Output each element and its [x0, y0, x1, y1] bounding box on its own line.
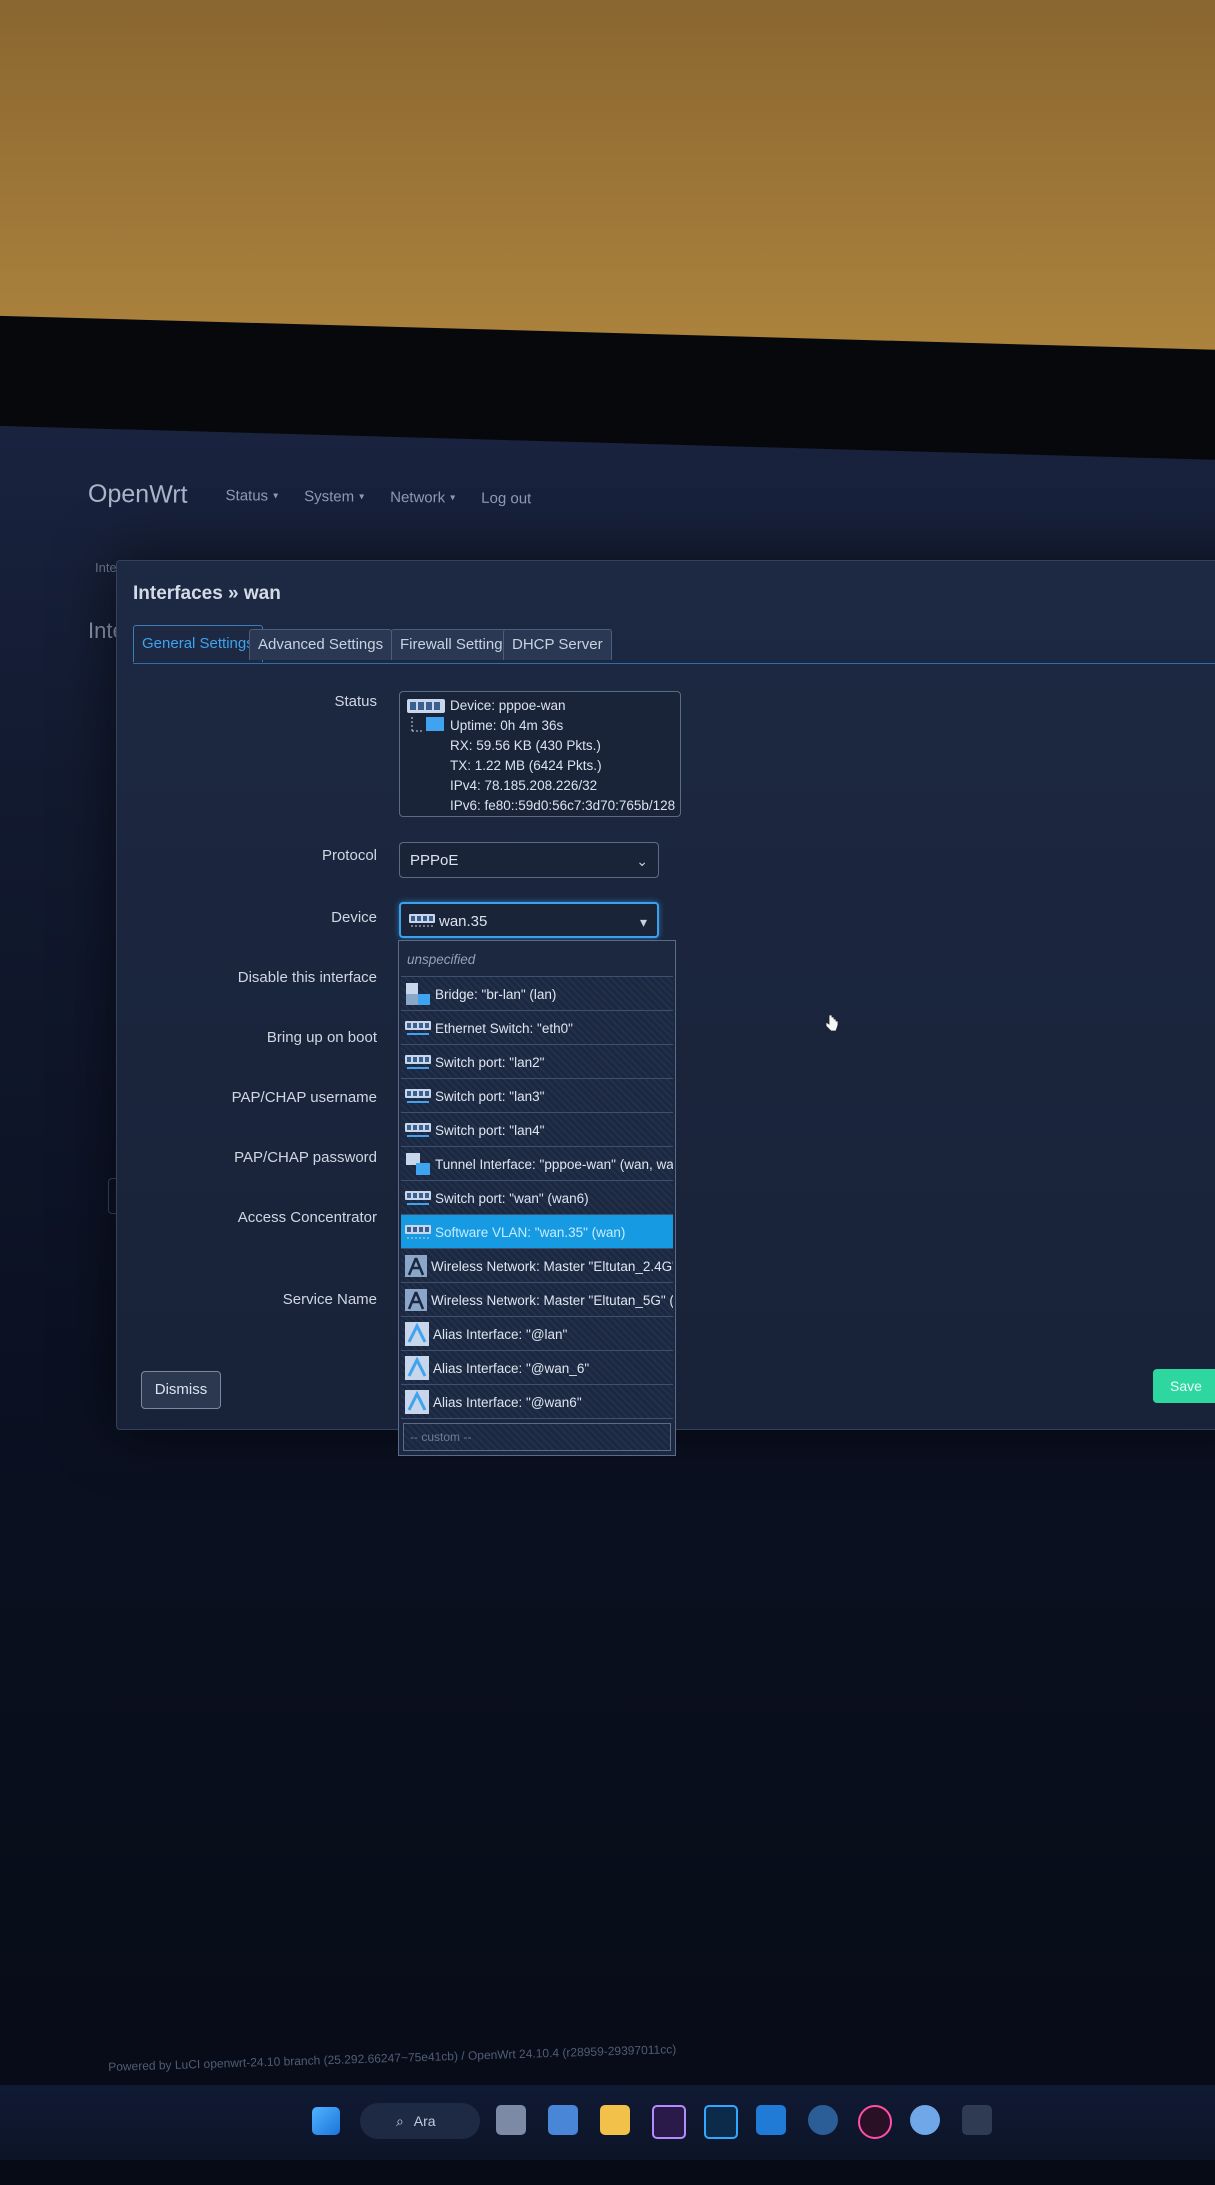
nav-system[interactable]: System ▾	[304, 488, 364, 506]
dismiss-button[interactable]: Dismiss	[141, 1371, 221, 1409]
device-label: Device	[331, 909, 377, 926]
status-box: Device: pppoe-wan Uptime: 0h 4m 36s RX: …	[399, 691, 681, 817]
protocol-label: Protocol	[321, 847, 377, 864]
alias-icon	[405, 1356, 429, 1381]
wireless-icon	[405, 1289, 427, 1312]
option-wireless-eltutan-5g[interactable]: Wireless Network: Master "Eltutan_5G" (l…	[401, 1283, 673, 1317]
device-value: wan.35	[439, 913, 488, 930]
disable-interface-label: Disable this interface	[237, 969, 377, 986]
nav-logout[interactable]: Log out	[481, 490, 531, 508]
option-switch-port-lan2[interactable]: Switch port: "lan2"	[401, 1045, 673, 1079]
tab-dhcp-server[interactable]: DHCP Server	[503, 629, 612, 660]
tab-general-settings[interactable]: General Settings	[133, 625, 263, 662]
mouse-cursor-icon	[825, 1014, 839, 1032]
windows-taskbar: ⌕ Ara	[0, 2085, 1215, 2160]
status-tx: TX: 1.22 MB (6424 Pkts.)	[450, 758, 602, 773]
bridge-icon	[406, 983, 430, 1006]
network-port-icon	[406, 697, 446, 742]
store-icon[interactable]	[548, 2105, 578, 2135]
tab-bar: General Settings Advanced Settings Firew…	[133, 623, 1215, 664]
settings-icon[interactable]	[910, 2105, 940, 2135]
option-alias-lan[interactable]: Alias Interface: "@lan"	[401, 1317, 673, 1351]
protocol-value: PPPoE	[410, 852, 459, 869]
windows-start-icon[interactable]	[312, 2107, 340, 2135]
nav-network[interactable]: Network ▾	[390, 489, 455, 507]
tunnel-icon	[406, 1153, 430, 1176]
device-dropdown-list: unspecified Bridge: "br-lan" (lan) Ether…	[398, 940, 676, 1456]
alias-icon	[405, 1322, 429, 1347]
tab-firewall-settings[interactable]: Firewall Settings	[391, 629, 520, 660]
background-tab: Inte	[95, 560, 117, 575]
after-effects-icon[interactable]	[652, 2105, 686, 2139]
top-navigation: OpenWrt Status ▾ System ▾ Network ▾ Log out	[88, 480, 532, 514]
access-concentrator-label: Access Concentrator	[237, 1209, 377, 1226]
vscode-icon[interactable]	[756, 2105, 786, 2135]
option-wireless-eltutan-2-4g[interactable]: Wireless Network: Master "Eltutan_2.4G" …	[401, 1249, 673, 1283]
ethernet-switch-icon	[405, 1021, 431, 1036]
device-select[interactable]: wan.35 ▾	[399, 902, 839, 1032]
save-button[interactable]: Save	[1153, 1369, 1215, 1403]
custom-device-input[interactable]: -- custom --	[403, 1423, 671, 1451]
task-view-icon[interactable]	[496, 2105, 526, 2135]
search-icon: ⌕	[396, 2113, 404, 2129]
wireless-icon	[405, 1255, 427, 1278]
modal-title: Interfaces » wan	[133, 583, 281, 604]
taskbar-search[interactable]: ⌕ Ara	[360, 2103, 480, 2139]
photoshop-icon[interactable]	[704, 2105, 738, 2139]
file-explorer-icon[interactable]	[600, 2105, 630, 2135]
nav-status[interactable]: Status ▾	[225, 487, 278, 505]
caret-down-icon: ▾	[639, 914, 647, 930]
status-rx: RX: 59.56 KB (430 Pkts.)	[450, 738, 601, 753]
option-software-vlan-wan35[interactable]: Software VLAN: "wan.35" (wan)	[401, 1215, 673, 1249]
opera-icon[interactable]	[858, 2105, 892, 2139]
switch-port-icon	[405, 1123, 431, 1138]
switch-port-icon	[405, 1191, 431, 1206]
status-device: Device: pppoe-wan	[450, 698, 566, 713]
caret-down-icon: ▾	[450, 492, 456, 504]
option-ethernet-switch-eth0[interactable]: Ethernet Switch: "eth0"	[401, 1011, 673, 1045]
bring-up-on-boot-label: Bring up on boot	[266, 1029, 377, 1046]
option-switch-port-lan3[interactable]: Switch port: "lan3"	[401, 1079, 673, 1113]
caret-down-icon: ▾	[359, 491, 365, 503]
vlan-icon	[409, 914, 435, 927]
password-label: PAP/CHAP password	[234, 1149, 377, 1166]
option-switch-port-wan[interactable]: Switch port: "wan" (wan6)	[401, 1181, 673, 1215]
caret-down-icon: ▾	[273, 490, 279, 502]
option-alias-wan6[interactable]: Alias Interface: "@wan6"	[401, 1385, 673, 1419]
status-ipv4: IPv4: 78.185.208.226/32	[450, 778, 598, 793]
status-details: Device: pppoe-wan Uptime: 0h 4m 36s RX: …	[450, 696, 675, 816]
option-bridge-br-lan[interactable]: Bridge: "br-lan" (lan)	[401, 977, 673, 1011]
option-unspecified[interactable]: unspecified	[401, 943, 673, 977]
alias-icon	[405, 1390, 429, 1415]
status-uptime: Uptime: 0h 4m 36s	[450, 718, 564, 733]
tab-advanced-settings[interactable]: Advanced Settings	[249, 629, 393, 660]
status-label: Status	[334, 693, 377, 710]
status-ipv6: IPv6: fe80::59d0:56c7:3d70:765b/128	[450, 798, 676, 813]
terminal-icon[interactable]	[962, 2105, 992, 2135]
service-name-label: Service Name	[282, 1291, 377, 1308]
option-switch-port-lan4[interactable]: Switch port: "lan4"	[401, 1113, 673, 1147]
switch-port-icon	[405, 1055, 431, 1070]
option-alias-wan-6[interactable]: Alias Interface: "@wan_6"	[401, 1351, 673, 1385]
switch-port-icon	[405, 1089, 431, 1104]
vlan-icon	[405, 1225, 431, 1239]
chevron-down-icon: ⌄	[636, 853, 648, 869]
option-tunnel-pppoe-wan[interactable]: Tunnel Interface: "pppoe-wan" (wan, wan_…	[401, 1147, 673, 1181]
brand-logo[interactable]: OpenWrt	[88, 480, 188, 510]
username-label: PAP/CHAP username	[231, 1089, 377, 1106]
steam-icon[interactable]	[808, 2105, 838, 2135]
protocol-select[interactable]: PPPoE ⌄	[399, 842, 659, 878]
